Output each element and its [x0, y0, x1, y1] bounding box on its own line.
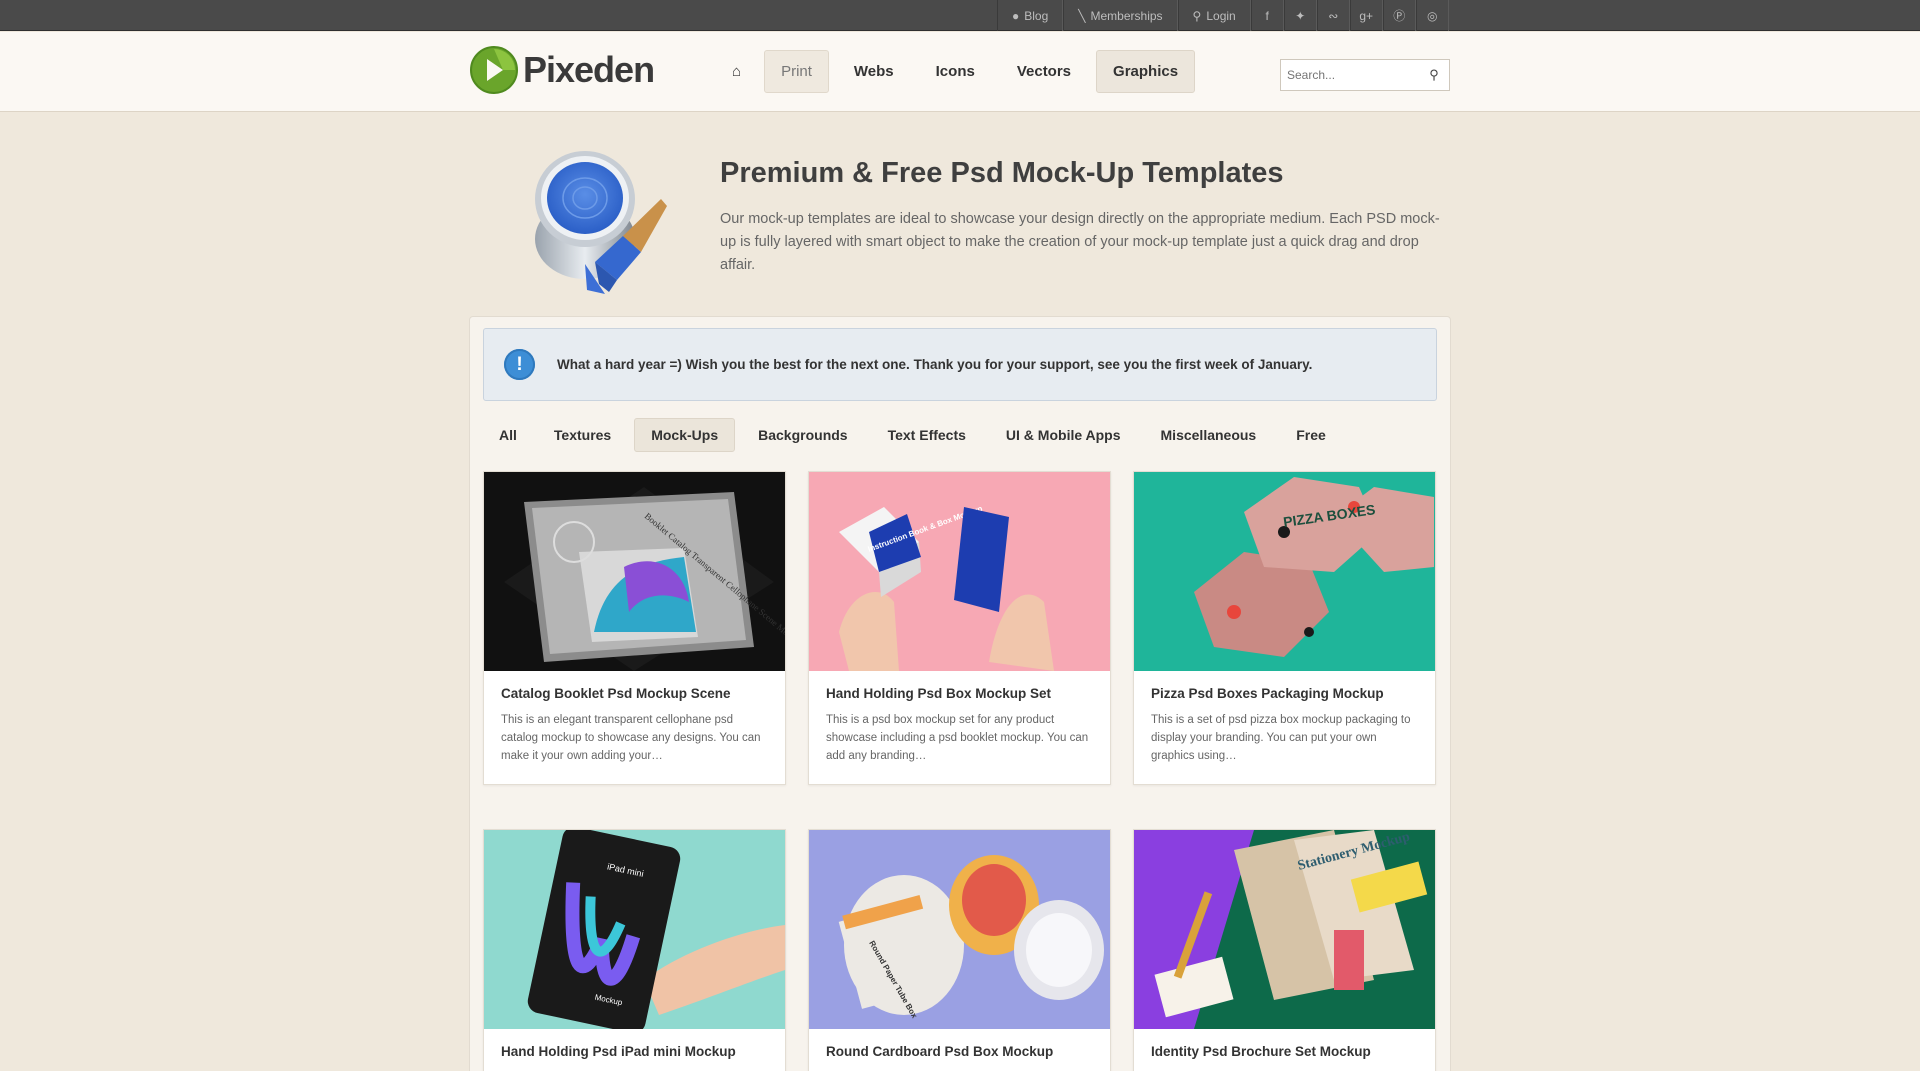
nav-webs[interactable]: Webs: [837, 50, 911, 93]
search-icon[interactable]: ⚲: [1421, 67, 1447, 83]
product-card[interactable]: Stationery Mockup Identity Psd Brochure …: [1133, 829, 1436, 1071]
tab-mock-ups[interactable]: Mock-Ups: [634, 418, 736, 452]
rss-icon[interactable]: ∾: [1316, 0, 1350, 31]
nav-vectors[interactable]: Vectors: [1000, 50, 1088, 93]
tab-all[interactable]: All: [483, 418, 531, 452]
top-utility-bar: ● Blog ╲ Memberships ⚲ Login f ✦ ∾ g+ Ⓟ …: [0, 0, 1920, 31]
card-description: This is a psd box mockup set for any pro…: [826, 714, 1089, 762]
search-input[interactable]: [1281, 68, 1421, 82]
ipad-mini-thumbnail[interactable]: iPad mini Mockup: [484, 830, 785, 1029]
pizza-boxes-thumbnail[interactable]: PIZZA BOXES: [1134, 472, 1435, 671]
card-title[interactable]: Hand Holding Psd iPad mini Mockup: [484, 1029, 785, 1059]
card-title[interactable]: Catalog Booklet Psd Mockup Scene: [484, 671, 785, 701]
main-nav: ⌂ Print Webs Icons Vectors Graphics: [717, 50, 1196, 93]
card-title[interactable]: Pizza Psd Boxes Packaging Mockup: [1134, 671, 1435, 701]
tab-miscellaneous[interactable]: Miscellaneous: [1144, 418, 1274, 452]
dribbble-icon[interactable]: ◎: [1415, 0, 1449, 31]
notice-banner: ! What a hard year =) Wish you the best …: [483, 328, 1437, 401]
hand-holding-box-thumbnail[interactable]: Instruction Book & Box Mockup: [809, 472, 1110, 671]
tab-backgrounds[interactable]: Backgrounds: [741, 418, 864, 452]
twitter-icon[interactable]: ✦: [1283, 0, 1317, 31]
login-link-label: Login: [1206, 8, 1236, 23]
home-icon[interactable]: ⌂: [717, 50, 756, 93]
product-card[interactable]: Round Paper Tube Box Round Cardboard Psd…: [808, 829, 1111, 1071]
key-icon: ⚲: [1192, 8, 1202, 23]
facebook-icon[interactable]: f: [1250, 0, 1284, 31]
search-box: ⚲: [1280, 59, 1450, 91]
chat-bubble-icon: ●: [1012, 8, 1020, 23]
site-logo[interactable]: Pixeden: [469, 45, 655, 95]
login-link[interactable]: ⚲ Login: [1177, 0, 1251, 31]
blog-link-label: Blog: [1024, 8, 1049, 23]
nav-icons[interactable]: Icons: [919, 50, 992, 93]
tab-textures[interactable]: Textures: [537, 418, 628, 452]
nav-graphics[interactable]: Graphics: [1096, 50, 1196, 93]
blog-link[interactable]: ● Blog: [997, 0, 1064, 31]
product-card[interactable]: Instruction Book & Box Mockup Hand Holdi…: [808, 471, 1111, 785]
pinterest-icon[interactable]: Ⓟ: [1382, 0, 1416, 31]
nav-print[interactable]: Print: [764, 50, 829, 93]
notice-text: What a hard year =) Wish you the best fo…: [557, 357, 1313, 372]
pixeden-logo-icon: [470, 46, 518, 94]
page-title: Premium & Free Psd Mock-Up Templates: [720, 157, 1284, 189]
card-title[interactable]: Hand Holding Psd Box Mockup Set: [809, 671, 1110, 701]
product-card[interactable]: iPad mini Mockup Hand Holding Psd iPad m…: [483, 829, 786, 1071]
memberships-link[interactable]: ╲ Memberships: [1063, 0, 1178, 31]
card-description: This is an elegant transparent cellophan…: [501, 714, 761, 762]
card-title[interactable]: Identity Psd Brochure Set Mockup: [1134, 1029, 1435, 1059]
card-description: This is a set of psd pizza box mockup pa…: [1151, 714, 1411, 762]
tab-text-effects[interactable]: Text Effects: [871, 418, 983, 452]
product-card[interactable]: Booklet Catalog Transparent Cellophane S…: [483, 471, 786, 785]
catalog-booklet-thumbnail[interactable]: Booklet Catalog Transparent Cellophane S…: [484, 472, 785, 671]
tab-ui-mobile-apps[interactable]: UI & Mobile Apps: [989, 418, 1138, 452]
memberships-link-label: Memberships: [1090, 8, 1163, 23]
card-title[interactable]: Round Cardboard Psd Box Mockup: [809, 1029, 1110, 1059]
info-exclamation-icon: !: [504, 349, 535, 380]
paint-bucket-illustration: [535, 151, 667, 294]
tab-free[interactable]: Free: [1279, 418, 1343, 452]
page-description: Our mock-up templates are ideal to showc…: [720, 211, 1440, 273]
round-cardboard-box-thumbnail[interactable]: Round Paper Tube Box: [809, 830, 1110, 1029]
googleplus-icon[interactable]: g+: [1349, 0, 1383, 31]
top-utility-links: ● Blog ╲ Memberships ⚲ Login f ✦ ∾ g+ Ⓟ …: [997, 0, 1449, 31]
pencil-icon: ╲: [1078, 8, 1086, 23]
category-tabs: All Textures Mock-Ups Backgrounds Text E…: [483, 418, 1343, 452]
product-card[interactable]: PIZZA BOXES Pizza Psd Boxes Packaging Mo…: [1133, 471, 1436, 785]
site-header: Pixeden ⌂ Print Webs Icons Vectors Graph…: [0, 32, 1920, 112]
logo-text: Pixeden: [523, 49, 655, 90]
identity-brochure-thumbnail[interactable]: Stationery Mockup: [1134, 830, 1435, 1029]
